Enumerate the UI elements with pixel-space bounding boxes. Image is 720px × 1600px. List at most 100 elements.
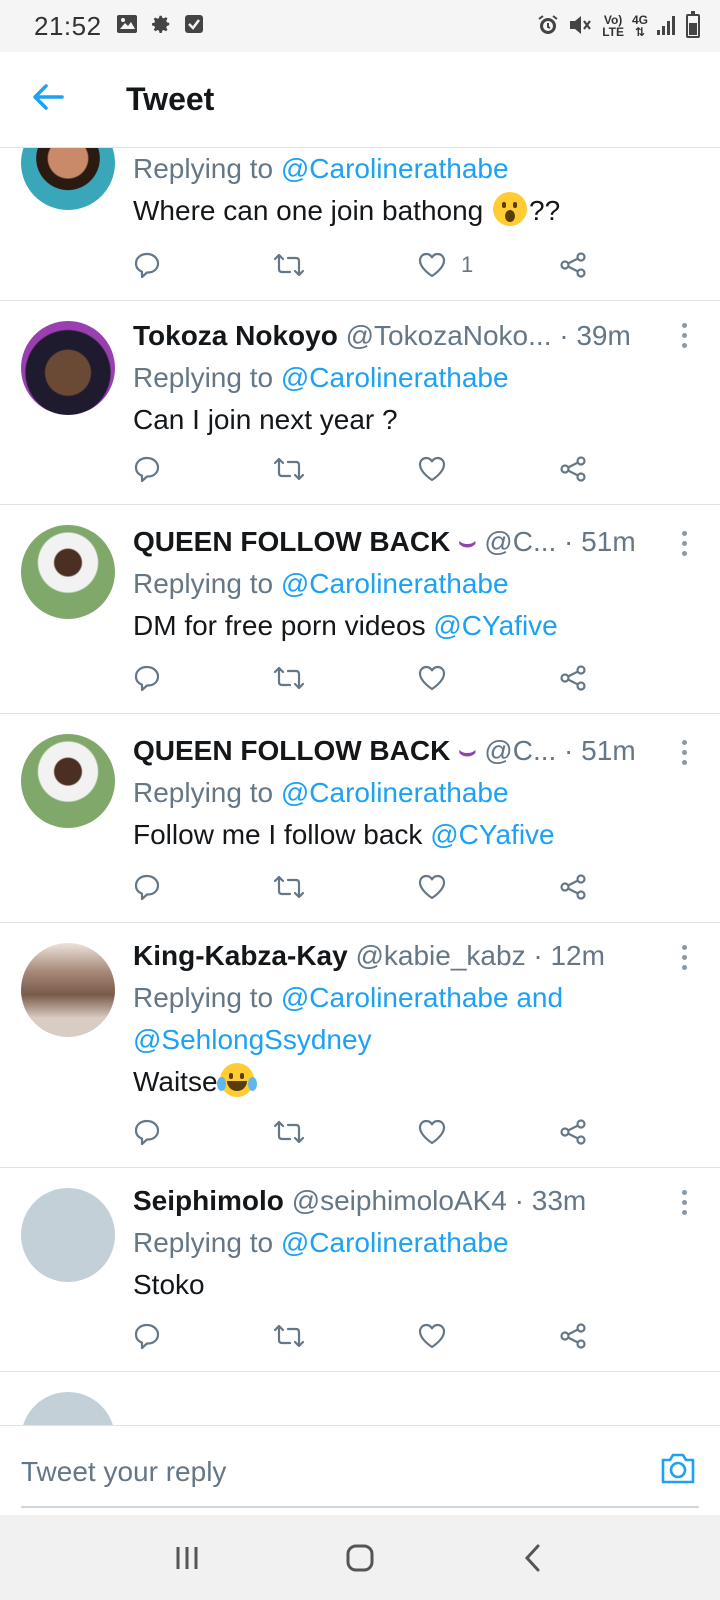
camera-button[interactable] <box>658 1448 698 1488</box>
user-handle: @kabie_kabz <box>355 940 526 971</box>
share-button[interactable] <box>559 658 587 698</box>
heart-icon <box>418 665 446 691</box>
mention-link[interactable]: @Carolinerathabe <box>281 568 509 599</box>
share-icon <box>560 665 586 691</box>
reply-button[interactable] <box>133 245 161 285</box>
tweet-item[interactable] <box>0 1372 720 1425</box>
replying-to: Replying to @Carolinerathabe <box>133 568 509 599</box>
tweet-meta: King-Kabza-Kay @kabie_kabz · 12m <box>133 940 605 971</box>
image-icon <box>116 14 138 39</box>
tweet-item[interactable]: King-Kabza-Kay @kabie_kabz · 12m Replyin… <box>0 923 720 1168</box>
tweet-item[interactable]: QUEEN FOLLOW BACK ⌣ @C... · 51m Replying… <box>0 714 720 923</box>
replying-to-continued: @SehlongSsydney <box>133 1019 700 1061</box>
avatar[interactable] <box>21 1188 115 1282</box>
reply-button[interactable] <box>133 1112 161 1152</box>
like-button[interactable] <box>417 867 447 907</box>
retweet-button[interactable] <box>273 245 305 285</box>
reply-button[interactable] <box>133 449 161 489</box>
avatar[interactable] <box>21 943 115 1037</box>
retweet-button[interactable] <box>273 449 305 489</box>
status-bar: 21:52 Vo) LTE 4G ⇅ <box>0 0 720 52</box>
reply-input[interactable] <box>21 1450 499 1494</box>
heart-icon <box>418 456 446 482</box>
retweet-button[interactable] <box>273 1112 305 1152</box>
tweet-item[interactable]: Tokoza Nokoyo @TokozaNoko... · 39m Reply… <box>0 301 720 505</box>
back-button[interactable] <box>0 52 96 148</box>
mute-icon <box>568 13 594 40</box>
avatar[interactable] <box>21 525 115 619</box>
retweet-button[interactable] <box>273 658 305 698</box>
user-handle: @C... <box>484 526 557 557</box>
heart-icon <box>418 1119 446 1145</box>
display-name[interactable]: QUEEN FOLLOW BACK <box>133 735 450 766</box>
avatar[interactable] <box>21 148 115 210</box>
retweet-icon <box>273 1324 305 1348</box>
display-name[interactable]: QUEEN FOLLOW BACK <box>133 526 450 557</box>
tweet-actions <box>133 867 603 907</box>
retweet-button[interactable] <box>273 1316 305 1356</box>
avatar[interactable] <box>21 1392 115 1425</box>
retweet-button[interactable] <box>273 867 305 907</box>
recent-apps-icon <box>176 1546 198 1569</box>
avatar[interactable] <box>21 321 115 415</box>
tears-of-joy-emoji <box>216 1063 257 1097</box>
alarm-icon <box>536 13 560 40</box>
tweet-time: 51m <box>581 526 636 557</box>
reply-button[interactable] <box>133 1316 161 1356</box>
tweet-item[interactable]: Replying to @Carolinerathabe Where can o… <box>0 148 720 301</box>
mention-link[interactable]: @Carolinerathabe <box>281 153 509 184</box>
tweet-text: Follow me I follow back @CYafive <box>133 819 555 850</box>
like-button[interactable] <box>417 1112 447 1152</box>
heart-icon <box>418 1323 446 1349</box>
share-icon <box>560 252 586 278</box>
home-icon <box>346 1544 374 1571</box>
share-button[interactable] <box>559 245 587 285</box>
like-button[interactable] <box>417 449 447 489</box>
mention-link[interactable]: @Carolinerathabe <box>281 777 509 808</box>
mention-link[interactable]: @Carolinerathabe <box>281 1227 509 1258</box>
reply-button[interactable] <box>133 658 161 698</box>
more-options-button[interactable] <box>672 315 696 355</box>
back-nav-button[interactable] <box>503 1528 563 1588</box>
more-options-button[interactable] <box>672 1182 696 1222</box>
mention-link[interactable]: @CYafive <box>433 610 557 641</box>
tweet-time: 39m <box>576 320 631 351</box>
avatar[interactable] <box>21 734 115 828</box>
tweet-meta: Tokoza Nokoyo @TokozaNoko... · 39m <box>133 320 631 351</box>
reply-icon <box>134 252 160 279</box>
tweet-actions <box>133 449 603 489</box>
recent-apps-button[interactable] <box>157 1528 217 1588</box>
home-button[interactable] <box>330 1528 390 1588</box>
more-options-button[interactable] <box>672 523 696 563</box>
display-name[interactable]: King-Kabza-Kay <box>133 940 348 971</box>
tweet-time: 12m <box>550 940 605 971</box>
mention-link[interactable]: @Carolinerathabe <box>281 982 509 1013</box>
reply-icon <box>134 1119 160 1146</box>
share-icon <box>560 1323 586 1349</box>
more-options-button[interactable] <box>672 732 696 772</box>
like-button[interactable] <box>417 1316 447 1356</box>
like-button[interactable]: 1 <box>417 245 473 285</box>
display-name[interactable]: Tokoza Nokoyo <box>133 320 338 351</box>
reply-button[interactable] <box>133 867 161 907</box>
like-button[interactable] <box>417 658 447 698</box>
input-underline <box>21 1506 699 1508</box>
mention-link[interactable]: @CYafive <box>430 819 554 850</box>
tweet-item[interactable]: Seiphimolo @seiphimoloAK4 · 33m Replying… <box>0 1168 720 1372</box>
back-chevron-icon <box>525 1544 540 1571</box>
user-handle: @C... <box>484 735 557 766</box>
back-arrow-icon <box>32 83 64 116</box>
more-options-button[interactable] <box>672 937 696 977</box>
tweet-item[interactable]: QUEEN FOLLOW BACK ⌣ @C... · 51m Replying… <box>0 505 720 714</box>
replies-feed[interactable]: Replying to @Carolinerathabe Where can o… <box>0 148 720 1425</box>
mention-link[interactable]: @SehlongSsydney <box>133 1024 372 1055</box>
share-button[interactable] <box>559 867 587 907</box>
replying-to: Replying to @Carolinerathabe and <box>133 982 564 1013</box>
share-button[interactable] <box>559 449 587 489</box>
mention-link[interactable]: @Carolinerathabe <box>281 362 509 393</box>
share-button[interactable] <box>559 1112 587 1152</box>
replying-to: Replying to @Carolinerathabe <box>133 1227 509 1258</box>
share-button[interactable] <box>559 1316 587 1356</box>
reply-composer <box>0 1425 720 1515</box>
display-name[interactable]: Seiphimolo <box>133 1185 284 1216</box>
